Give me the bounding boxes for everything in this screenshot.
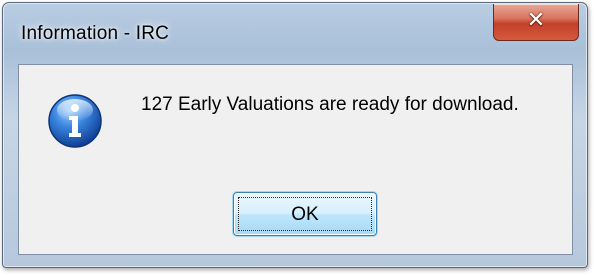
information-icon [48,94,102,148]
close-icon: ✕ [526,8,546,33]
dialog-window: Information - IRC ✕ 127 Early Valuations… [2,2,588,268]
close-button[interactable]: ✕ [493,4,579,41]
dialog-message: 127 Early Valuations are ready for downl… [141,94,519,115]
dialog-body: 127 Early Valuations are ready for downl… [18,64,573,255]
title-bar[interactable]: Information - IRC ✕ [3,3,587,63]
ok-button[interactable]: OK [233,192,377,236]
window-title: Information - IRC [21,23,170,44]
ok-button-label: OK [291,204,319,225]
